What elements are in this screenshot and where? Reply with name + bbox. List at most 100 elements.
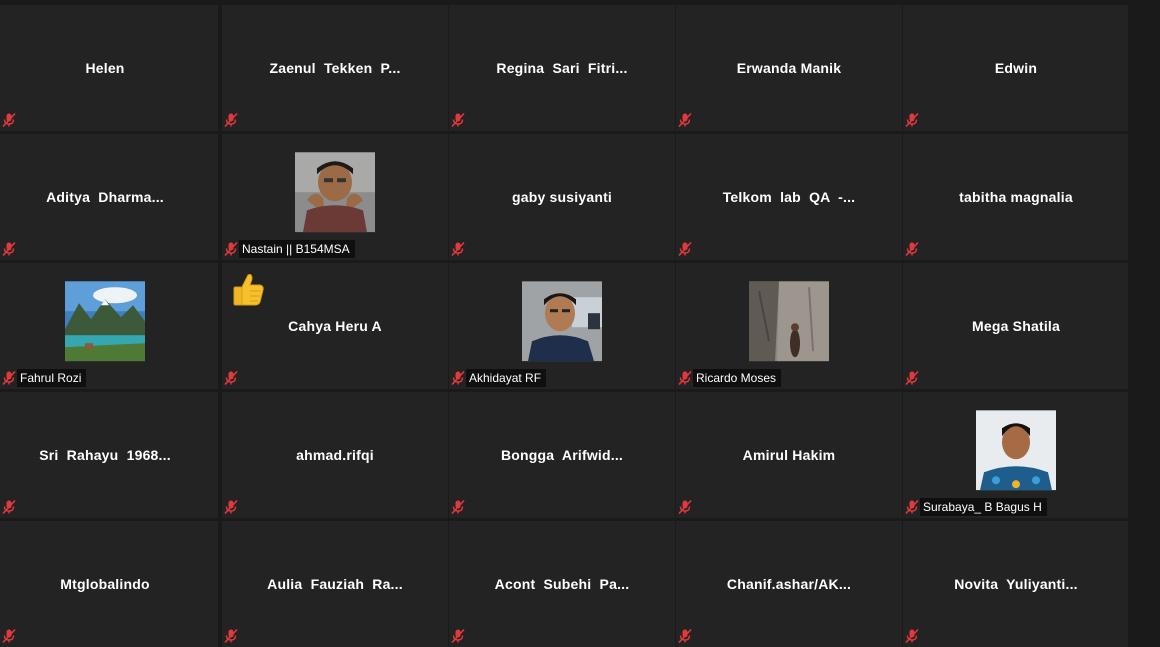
participant-footer	[222, 111, 239, 129]
participant-footer	[449, 111, 466, 129]
participant-footer	[0, 111, 17, 129]
microphone-muted-icon	[904, 241, 920, 257]
participant-footer	[903, 240, 920, 258]
participant-footer	[449, 498, 466, 516]
participant-footer	[0, 627, 17, 645]
participant-name: Sri Rahayu 1968...	[39, 447, 171, 463]
microphone-muted-icon	[1, 241, 17, 257]
microphone-muted-icon	[677, 499, 693, 515]
participant-tile[interactable]: Zaenul Tekken P...	[222, 5, 448, 131]
participant-tile[interactable]: Helen	[0, 5, 218, 131]
microphone-muted-icon	[677, 628, 693, 644]
participant-name: Telkom lab QA -...	[722, 189, 856, 205]
participant-footer: Fahrul Rozi	[0, 369, 87, 387]
participant-footer	[903, 369, 920, 387]
participant-tile[interactable]: Edwin	[903, 5, 1129, 131]
participant-footer	[222, 627, 239, 645]
microphone-muted-icon	[904, 628, 920, 644]
participant-tile[interactable]: Aditya Dharma...	[0, 134, 218, 260]
participant-name: Edwin	[994, 60, 1038, 76]
microphone-muted-icon	[450, 112, 466, 128]
participant-tile[interactable]: Regina Sari Fitri...	[449, 5, 675, 131]
participant-footer	[903, 111, 920, 129]
participant-name: Cahya Heru A	[288, 318, 382, 334]
participant-name: Mega Shatila	[972, 318, 1060, 334]
microphone-muted-icon	[1, 628, 17, 644]
participant-tile[interactable]: Akhidayat RF	[449, 263, 675, 389]
participant-tile[interactable]: Erwanda Manik	[676, 5, 902, 131]
participant-tile[interactable]: Amirul Hakim	[676, 392, 902, 518]
participant-tile[interactable]: Sri Rahayu 1968...	[0, 392, 218, 518]
participant-photo	[65, 281, 145, 362]
participant-tile[interactable]: Cahya Heru A	[222, 263, 448, 389]
participant-label: Fahrul Rozi	[17, 369, 87, 387]
participant-footer: Nastain || B154MSA	[222, 240, 355, 258]
participant-tile[interactable]: Mega Shatila	[903, 263, 1129, 389]
microphone-muted-icon	[223, 241, 239, 257]
participant-label: Surabaya_ B Bagus H	[920, 498, 1047, 516]
participant-footer	[222, 498, 239, 516]
microphone-muted-icon	[223, 499, 239, 515]
participant-footer	[0, 240, 17, 258]
microphone-muted-icon	[450, 628, 466, 644]
microphone-muted-icon	[1, 499, 17, 515]
microphone-muted-icon	[450, 241, 466, 257]
participant-label: Ricardo Moses	[693, 369, 782, 387]
participant-tile[interactable]: gaby susiyanti	[449, 134, 675, 260]
participant-tile[interactable]: Fahrul Rozi	[0, 263, 218, 389]
participant-footer	[676, 240, 693, 258]
microphone-muted-icon	[450, 499, 466, 515]
participant-label: Akhidayat RF	[466, 369, 547, 387]
participant-footer	[0, 498, 17, 516]
participant-footer	[676, 111, 693, 129]
participant-tile[interactable]: Surabaya_ B Bagus H	[903, 392, 1129, 518]
participant-name: Mtglobalindo	[60, 576, 150, 592]
microphone-muted-icon	[450, 370, 466, 386]
participant-footer	[449, 240, 466, 258]
participant-tile[interactable]: ahmad.rifqi	[222, 392, 448, 518]
microphone-muted-icon	[904, 499, 920, 515]
participant-footer: Surabaya_ B Bagus H	[903, 498, 1047, 516]
participant-tile[interactable]: Acont Subehi Pa...	[449, 521, 675, 647]
microphone-muted-icon	[677, 112, 693, 128]
participant-name: Acont Subehi Pa...	[494, 576, 630, 592]
microphone-muted-icon	[223, 370, 239, 386]
participant-footer	[676, 627, 693, 645]
microphone-muted-icon	[223, 112, 239, 128]
microphone-muted-icon	[223, 628, 239, 644]
participant-photo	[522, 281, 602, 362]
participant-name: Aditya Dharma...	[46, 189, 164, 205]
participant-footer: Akhidayat RF	[449, 369, 547, 387]
microphone-muted-icon	[1, 112, 17, 128]
participant-tile[interactable]: Ricardo Moses	[676, 263, 902, 389]
participant-name: Erwanda Manik	[736, 60, 842, 76]
participant-photo	[976, 410, 1056, 491]
participant-tile[interactable]: Aulia Fauziah Ra...	[222, 521, 448, 647]
participant-name: Chanif.ashar/AK...	[726, 576, 852, 592]
right-edge-panel	[1128, 0, 1160, 647]
participant-name: tabitha magnalia	[959, 189, 1073, 205]
participant-footer	[676, 498, 693, 516]
participant-tile[interactable]: Nastain || B154MSA	[222, 134, 448, 260]
participant-name: Bongga Arifwid...	[500, 447, 624, 463]
participant-tile[interactable]: Telkom lab QA -...	[676, 134, 902, 260]
participant-photo	[749, 281, 829, 362]
participant-grid: Helen Zaenul Tekken P... Regina Sari Fitri…	[0, 0, 1160, 647]
participant-name: Aulia Fauziah Ra...	[267, 576, 403, 592]
participant-photo	[295, 152, 375, 233]
participant-tile[interactable]: tabitha magnalia	[903, 134, 1129, 260]
microphone-muted-icon	[677, 241, 693, 257]
participant-footer	[449, 627, 466, 645]
participant-tile[interactable]: Bongga Arifwid...	[449, 392, 675, 518]
participant-footer	[903, 627, 920, 645]
participant-name: Zaenul Tekken P...	[269, 60, 401, 76]
participant-name: ahmad.rifqi	[296, 447, 374, 463]
participant-tile[interactable]: Mtglobalindo	[0, 521, 218, 647]
microphone-muted-icon	[1, 370, 17, 386]
participant-name: Regina Sari Fitri...	[496, 60, 628, 76]
participant-name: Novita Yuliyanti...	[954, 576, 1078, 592]
participant-tile[interactable]: Novita Yuliyanti...	[903, 521, 1129, 647]
participant-footer: Ricardo Moses	[676, 369, 782, 387]
participant-tile[interactable]: Chanif.ashar/AK...	[676, 521, 902, 647]
participant-name: Helen	[85, 60, 125, 76]
